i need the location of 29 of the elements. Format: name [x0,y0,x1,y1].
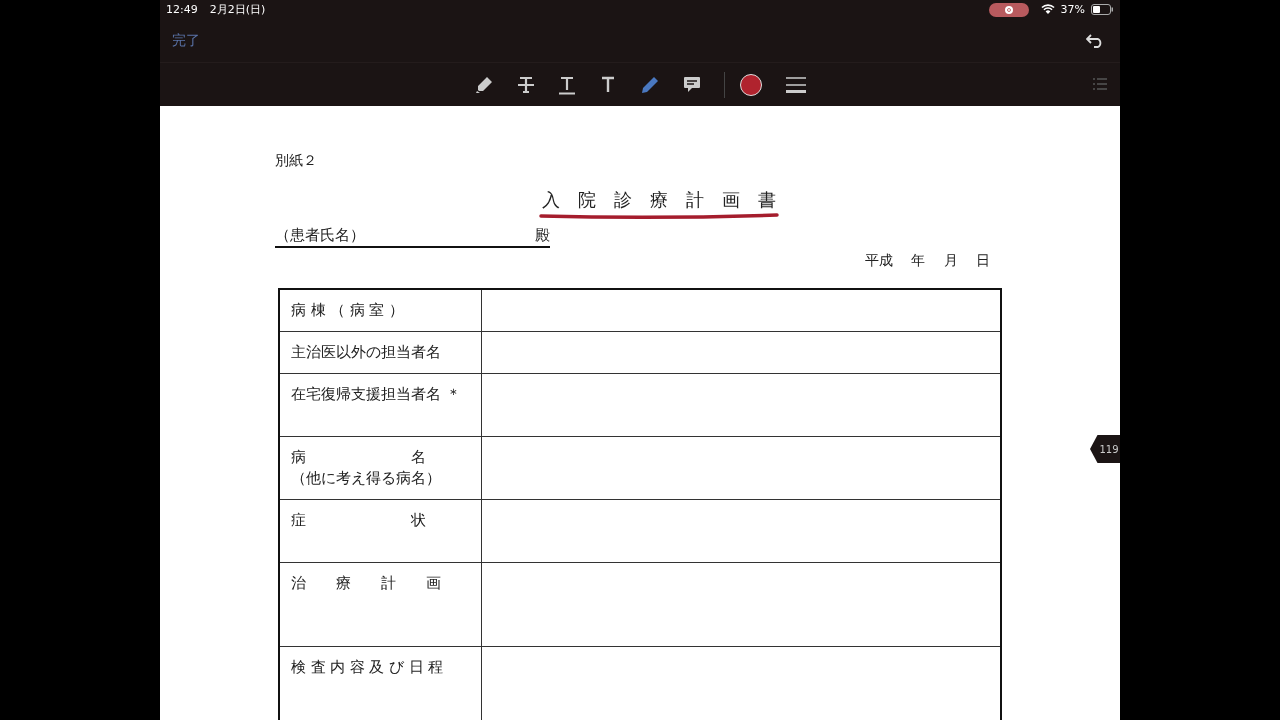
row-label: 在宅復帰支援担当者名 ＊ [291,385,462,404]
date-line: 平成 年 月 日 [864,252,990,270]
row-label: 病 名 [291,448,427,467]
battery-percent: 37% [1060,3,1085,16]
pencil-icon[interactable] [639,74,660,95]
highlighter-icon[interactable] [473,74,494,95]
row-label: 病 棟 （ 病 室 ） [291,301,406,320]
comment-icon[interactable] [682,75,701,94]
line-width-icon[interactable] [784,75,807,94]
honorific: 殿 [535,226,550,245]
battery-icon [1091,4,1114,15]
color-swatch[interactable] [739,73,762,96]
row-label: 主治医以外の担当者名 [291,343,442,362]
row-label: 検 査 内 容 及 び 日 程 [291,658,445,677]
status-date: 2月2日(日) [209,2,266,17]
patient-name-label: （患者氏名） [275,226,365,245]
done-button[interactable]: 完了 [172,31,200,50]
recording-indicator [988,2,1029,17]
row-label: 治 療 計 画 [291,574,442,593]
row-label: 症 状 [291,511,427,530]
page-number-badge: 119 [1090,435,1120,463]
document-title: 入 院 診 療 計 画 書 [541,188,776,212]
status-time: 12:49 [166,3,198,16]
attachment-label: 別紙２ [275,152,318,170]
underline-icon[interactable] [557,74,576,95]
row-label: （他に考え得る病名） [291,469,442,488]
wifi-icon [1040,4,1055,15]
strikethrough-icon[interactable] [516,74,535,95]
undo-icon[interactable] [1086,33,1104,48]
